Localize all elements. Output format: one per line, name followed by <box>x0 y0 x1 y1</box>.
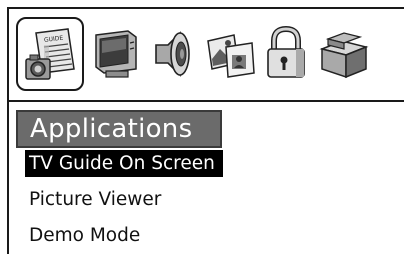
guide-camera-icon: GUIDE <box>25 28 75 80</box>
pictures-icon <box>207 34 255 78</box>
toolbar-divider <box>7 100 404 102</box>
box-icon <box>319 32 369 79</box>
toolbar-tile-guide[interactable]: GUIDE <box>16 17 84 91</box>
menu-item-tv-guide[interactable]: TV Guide On Screen <box>25 150 223 177</box>
section-title: Applications <box>16 110 222 148</box>
menu-item-picture-viewer[interactable]: Picture Viewer <box>25 186 223 213</box>
tv-monitor-icon <box>95 30 137 78</box>
menu-item-demo-mode[interactable]: Demo Mode <box>25 222 223 249</box>
speaker-icon <box>155 31 190 77</box>
toolbar-tile-box[interactable] <box>310 17 378 91</box>
applications-menu: TV Guide On Screen Picture Viewer Demo M… <box>25 150 223 258</box>
category-toolbar: GUIDE <box>16 16 404 96</box>
lock-icon <box>267 25 305 78</box>
